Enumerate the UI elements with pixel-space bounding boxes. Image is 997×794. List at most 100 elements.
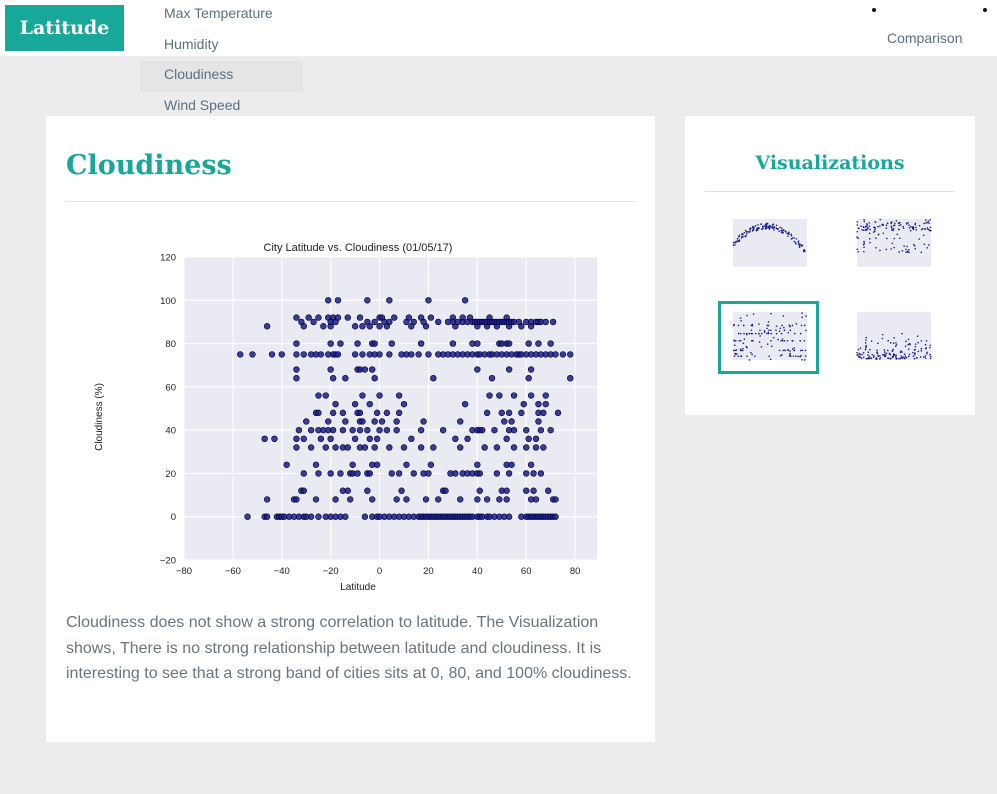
thumbnail-point: [857, 348, 860, 351]
thumbnail-wind-speed[interactable]: [845, 304, 940, 371]
thumbnail-cloudiness[interactable]: [718, 301, 819, 374]
thumbnail-point: [768, 355, 770, 357]
thumbnail-point: [912, 227, 914, 229]
thumbnail-point: [901, 332, 903, 335]
data-point: [486, 392, 493, 399]
thumbnail-point: [902, 356, 904, 358]
thumbnail-point: [920, 251, 923, 254]
thumbnail-point: [739, 340, 742, 342]
thumbnail-point: [868, 355, 871, 358]
thumbnail-point: [908, 224, 910, 227]
brand-logo[interactable]: Latitude: [5, 5, 124, 51]
thumbnail-point: [789, 350, 791, 352]
data-point: [261, 435, 268, 443]
data-point: [442, 487, 449, 494]
thumbnail-point: [925, 222, 927, 224]
thumbnail-point: [877, 225, 879, 228]
thumbnail-point: [924, 344, 927, 346]
thumbnail-point: [885, 224, 888, 227]
thumbnail-point: [902, 227, 905, 229]
data-point: [369, 496, 376, 503]
menu-item-cloudiness[interactable]: Cloudiness: [140, 61, 303, 92]
thumbnail-point: [879, 355, 881, 357]
data-point: [532, 444, 540, 451]
thumbnail-point: [734, 244, 736, 246]
thumbnail-point: [900, 355, 903, 357]
thumbnail-point: [923, 222, 925, 225]
thumbnail-point: [881, 337, 884, 340]
thumbnail-point: [780, 229, 783, 232]
thumbnail-point: [782, 349, 785, 352]
thumbnail-point: [860, 225, 863, 228]
data-point: [317, 351, 325, 358]
data-point: [393, 426, 400, 434]
thumbnail-point: [760, 332, 763, 335]
data-point: [354, 340, 361, 347]
thumbnail-point: [863, 242, 866, 245]
thumbnail-point: [773, 226, 775, 228]
thumbnail-humidity[interactable]: [845, 211, 940, 278]
data-point: [435, 496, 442, 503]
thumbnail-point: [864, 342, 867, 344]
thumbnail-point: [769, 358, 772, 361]
data-point: [293, 351, 300, 358]
data-point: [425, 351, 432, 358]
data-point: [417, 340, 425, 347]
thumbnail-point: [867, 351, 870, 353]
thumbnail-point: [876, 351, 879, 354]
data-point: [552, 496, 559, 503]
menu-item-max-temperature[interactable]: Max Temperature: [140, 0, 303, 31]
data-point: [488, 375, 496, 382]
data-point: [337, 340, 344, 347]
description-text: Cloudiness does not show a strong correl…: [66, 614, 632, 682]
chart-title: City Latitude vs. Cloudiness (01/05/17): [264, 242, 453, 254]
data-point: [315, 392, 322, 399]
thumbnail-point: [863, 220, 866, 223]
data-point: [525, 375, 532, 382]
thumbnail-point: [864, 348, 867, 351]
data-point: [373, 461, 381, 468]
thumbnail-point: [920, 350, 923, 352]
thumbnail-point: [751, 225, 754, 228]
thumbnail-point: [926, 351, 928, 354]
x-tick-label: 20: [423, 566, 434, 577]
data-point: [283, 461, 290, 468]
thumbnail-point: [857, 237, 860, 239]
data-point: [376, 323, 383, 330]
data-point: [386, 351, 393, 358]
data-point: [393, 496, 400, 503]
thumbnail-point: [863, 250, 865, 253]
thumbnail-max-temperature[interactable]: [721, 211, 816, 278]
thumbnail-point: [798, 246, 801, 248]
thumbnail-point: [799, 340, 801, 342]
data-point: [505, 470, 513, 477]
thumbnail-point: [770, 312, 772, 315]
data-point: [334, 351, 342, 358]
menu-item-humidity[interactable]: Humidity: [140, 31, 303, 62]
thumbnail-point: [904, 357, 906, 359]
nav-link-comparison[interactable]: Comparison: [887, 30, 962, 46]
x-tick-label: 0: [377, 566, 382, 577]
data-point: [503, 496, 510, 503]
data-point: [327, 470, 334, 477]
thumbnail-point: [750, 324, 753, 327]
data-point: [305, 314, 312, 321]
y-tick-label: 20: [165, 469, 176, 480]
top-navbar: Latitude Max Temperature Humidity Cloudi…: [0, 0, 997, 113]
thumbnail-point: [801, 349, 804, 352]
data-point: [320, 323, 327, 330]
thumbnail-point: [908, 251, 911, 254]
thumbnail-point: [861, 353, 863, 356]
thumbnail-point: [865, 339, 867, 341]
thumbnail-point: [918, 224, 921, 227]
thumbnail-point: [761, 225, 764, 228]
thumbnail-point: [871, 353, 874, 356]
thumbnail-point: [924, 355, 927, 357]
thumbnail-point: [750, 351, 752, 354]
thumbnail-point: [756, 227, 759, 230]
thumbnail-point: [769, 224, 771, 227]
thumbnail-point: [891, 242, 894, 245]
thumbnail-point: [898, 251, 900, 253]
thumbnail-point: [912, 243, 915, 246]
data-point: [410, 318, 417, 326]
